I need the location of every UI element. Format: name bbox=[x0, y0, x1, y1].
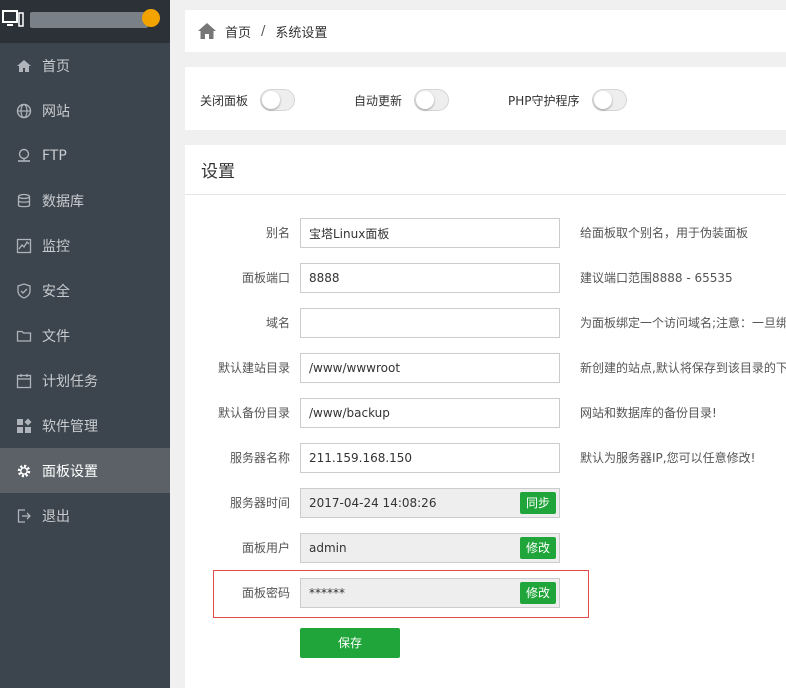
server-monitor-icon bbox=[2, 10, 24, 27]
field-label: 服务器名称 bbox=[229, 451, 290, 465]
ftp-icon bbox=[16, 148, 32, 164]
field-hint: 给面板取个别名，用于伪装面板 bbox=[580, 226, 749, 240]
home-icon[interactable] bbox=[197, 21, 217, 41]
shield-icon bbox=[16, 282, 32, 299]
breadcrumb-separator: / bbox=[261, 23, 266, 39]
toggle-label: PHP守护程序 bbox=[508, 93, 580, 108]
field-label: 别名 bbox=[265, 226, 290, 240]
logout-icon bbox=[16, 508, 32, 524]
sidebar-item-cron[interactable]: 计划任务 bbox=[0, 358, 170, 403]
sidebar-item-website[interactable]: 网站 bbox=[0, 88, 170, 133]
calendar-icon bbox=[16, 373, 32, 389]
row-panel-port: 面板端口 建议端口范围8888 - 65535 bbox=[185, 263, 786, 293]
field-label: 服务器时间 bbox=[229, 496, 290, 510]
auto-update-switch[interactable] bbox=[414, 89, 450, 111]
monitor-icon bbox=[16, 238, 32, 254]
field-label: 域名 bbox=[265, 316, 290, 330]
field-label: 默认备份目录 bbox=[217, 406, 290, 420]
php-daemon-switch[interactable] bbox=[591, 89, 627, 111]
sidebar-item-database[interactable]: 数据库 bbox=[0, 178, 170, 223]
toggle-label: 自动更新 bbox=[354, 93, 403, 108]
sidebar-header bbox=[0, 0, 170, 43]
save-button[interactable]: 保存 bbox=[300, 628, 400, 658]
toggle-close-panel: 关闭面板 bbox=[200, 89, 296, 111]
sidebar-item-label: 退出 bbox=[42, 508, 70, 525]
sidebar-item-monitor[interactable]: 监控 bbox=[0, 223, 170, 268]
field-hint: 新创建的站点,默认将保存到该目录的下 bbox=[580, 361, 786, 375]
backup-dir-input[interactable] bbox=[300, 398, 560, 428]
toggle-auto-update: 自动更新 bbox=[354, 89, 450, 111]
field-hint: 默认为服务器IP,您可以任意修改! bbox=[580, 451, 756, 465]
sync-time-button[interactable]: 同步 bbox=[520, 492, 557, 514]
sidebar-item-label: 网站 bbox=[42, 103, 70, 120]
toggle-php-daemon: PHP守护程序 bbox=[508, 89, 627, 111]
switch-knob bbox=[593, 91, 612, 109]
alias-input[interactable] bbox=[300, 218, 560, 248]
row-domain: 域名 为面板绑定一个访问域名;注意：一旦绑 bbox=[185, 308, 786, 338]
row-panel-user: 面板用户 admin 修改 bbox=[185, 533, 786, 563]
breadcrumb-home[interactable]: 首页 bbox=[225, 22, 251, 41]
field-label: 默认建站目录 bbox=[217, 361, 290, 375]
sidebar-item-label: FTP bbox=[42, 147, 67, 164]
sidebar-item-label: 计划任务 bbox=[42, 373, 98, 390]
row-site-dir: 默认建站目录 新创建的站点,默认将保存到该目录的下 bbox=[185, 353, 786, 383]
sidebar-item-security[interactable]: 安全 bbox=[0, 268, 170, 313]
sidebar-item-ftp[interactable]: FTP bbox=[0, 133, 170, 178]
toggle-label: 关闭面板 bbox=[200, 93, 249, 108]
server-name-input[interactable] bbox=[300, 443, 560, 473]
edit-user-button[interactable]: 修改 bbox=[520, 537, 557, 559]
main-content: 首页 / 系统设置 关闭面板 自动更新 PHP守护程序 设置 别名 给面板取个别… bbox=[185, 0, 786, 688]
row-server-name: 服务器名称 默认为服务器IP,您可以任意修改! bbox=[185, 443, 786, 473]
sidebar-item-label: 安全 bbox=[42, 283, 70, 300]
sidebar-item-label: 文件 bbox=[42, 328, 70, 345]
sidebar-item-label: 监控 bbox=[42, 238, 70, 255]
folder-icon bbox=[16, 328, 32, 344]
row-backup-dir: 默认备份目录 网站和数据库的备份目录! bbox=[185, 398, 786, 428]
field-hint: 为面板绑定一个访问域名;注意：一旦绑 bbox=[580, 316, 786, 330]
field-hint: 网站和数据库的备份目录! bbox=[580, 406, 717, 420]
database-icon bbox=[16, 193, 32, 209]
switch-knob bbox=[416, 91, 435, 109]
sidebar-item-files[interactable]: 文件 bbox=[0, 313, 170, 358]
breadcrumb: 首页 / 系统设置 bbox=[185, 10, 786, 52]
panel-port-input[interactable] bbox=[300, 263, 560, 293]
field-label: 面板用户 bbox=[241, 541, 290, 555]
domain-input[interactable] bbox=[300, 308, 560, 338]
settings-title: 设置 bbox=[185, 145, 786, 195]
sidebar-nav: 首页 网站 FTP 数据库 监控 安全 文件 计划任务 软件管理 面板设置 退出 bbox=[0, 43, 170, 538]
close-panel-switch[interactable] bbox=[260, 89, 296, 111]
hostname-redacted bbox=[30, 12, 148, 28]
home-icon bbox=[16, 58, 32, 74]
password-highlight-box bbox=[213, 570, 589, 618]
sidebar-item-label: 软件管理 bbox=[42, 418, 98, 435]
row-alias: 别名 给面板取个别名，用于伪装面板 bbox=[185, 218, 786, 248]
apps-icon bbox=[16, 417, 32, 434]
notification-badge[interactable] bbox=[142, 9, 160, 27]
field-label: 面板端口 bbox=[241, 271, 290, 285]
settings-panel: 设置 别名 给面板取个别名，用于伪装面板 面板端口 建议端口范围8888 - 6… bbox=[185, 145, 786, 688]
sidebar-item-home[interactable]: 首页 bbox=[0, 43, 170, 88]
toggle-panel: 关闭面板 自动更新 PHP守护程序 bbox=[185, 67, 786, 130]
field-hint: 建议端口范围8888 - 65535 bbox=[580, 271, 733, 285]
sidebar-item-label: 面板设置 bbox=[42, 463, 98, 480]
sidebar-item-label: 首页 bbox=[42, 58, 70, 75]
sidebar-item-logout[interactable]: 退出 bbox=[0, 493, 170, 538]
globe-icon bbox=[16, 103, 32, 119]
sidebar-item-software[interactable]: 软件管理 bbox=[0, 403, 170, 448]
row-server-time: 服务器时间 2017-04-24 14:08:26 同步 bbox=[185, 488, 786, 518]
switch-knob bbox=[262, 91, 281, 109]
breadcrumb-current: 系统设置 bbox=[275, 25, 328, 41]
gear-icon bbox=[16, 463, 32, 479]
sidebar-item-panel-settings[interactable]: 面板设置 bbox=[0, 448, 170, 493]
site-dir-input[interactable] bbox=[300, 353, 560, 383]
sidebar: 首页 网站 FTP 数据库 监控 安全 文件 计划任务 软件管理 面板设置 退出 bbox=[0, 0, 170, 688]
sidebar-item-label: 数据库 bbox=[42, 193, 84, 210]
